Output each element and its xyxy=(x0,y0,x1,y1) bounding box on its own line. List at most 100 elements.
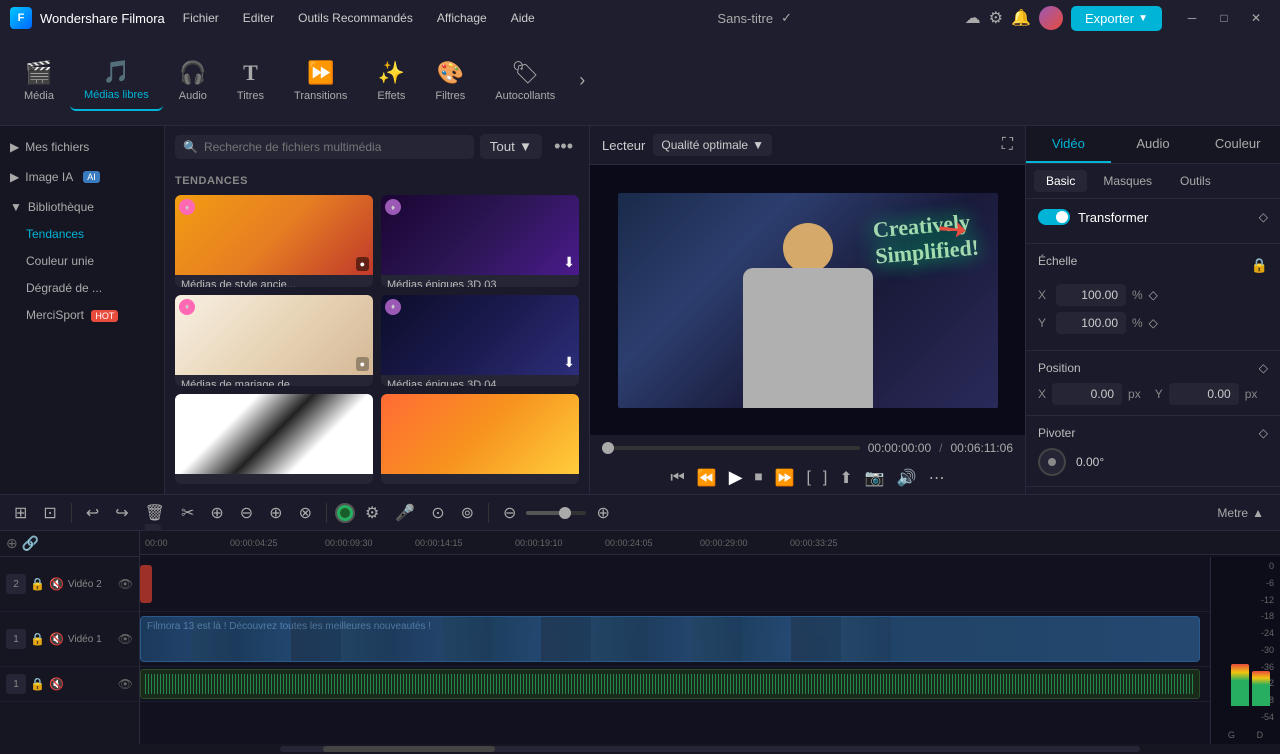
toolbar-effets[interactable]: ✨ Effets xyxy=(363,52,419,110)
play-button[interactable]: ▶ xyxy=(729,467,743,488)
add-track-icon[interactable]: ⊕ xyxy=(6,535,18,552)
audio-wave[interactable] xyxy=(140,669,1200,699)
menu-editer[interactable]: Editer xyxy=(233,7,284,29)
toolbar-media[interactable]: 🎬 Média xyxy=(10,52,68,110)
prev-frame-icon[interactable]: ⏪ xyxy=(697,468,717,488)
track-mute-icon-2[interactable]: 🔇 xyxy=(49,577,64,591)
audio-enhance-icon[interactable]: ⊙ xyxy=(425,499,450,527)
nav-mes-fichiers[interactable]: ▶ Mes fichiers xyxy=(0,134,164,160)
delete-button[interactable]: 🗑 xyxy=(139,499,171,527)
track-mute-audio-icon[interactable]: 🔇 xyxy=(49,677,64,691)
video-clip-1[interactable]: Filmora 13 est là ! Découvrez toutes les… xyxy=(140,616,1200,662)
red-clip[interactable] xyxy=(140,565,152,603)
track-visibility-icon-2[interactable]: 👁 xyxy=(118,577,133,591)
stop-icon[interactable]: ⏹ xyxy=(755,469,763,487)
scrollbar-thumb[interactable] xyxy=(323,746,495,752)
connection-icon[interactable]: ⊡ xyxy=(37,499,62,527)
zoom-in-icon[interactable]: ⊕ xyxy=(590,499,615,527)
notification-icon[interactable]: 🔔 xyxy=(1011,8,1031,28)
scale-y-keyframe-icon[interactable]: ◇ xyxy=(1149,316,1158,330)
media-card-1[interactable]: ♦ ● Médias de style ancie... xyxy=(175,195,373,287)
subtab-masques[interactable]: Masques xyxy=(1091,170,1164,192)
fullscreen-icon[interactable]: ⛶ xyxy=(1002,136,1013,154)
nav-bibliotheque[interactable]: ▼ Bibliothèque xyxy=(0,194,164,220)
pos-x-input[interactable] xyxy=(1052,383,1122,405)
nav-image-ia[interactable]: ▶ Image IA AI xyxy=(0,164,164,190)
settings-tl-icon[interactable]: ⚙ xyxy=(359,499,385,527)
toolbar-medias-libres[interactable]: 🎵 Médias libres xyxy=(70,51,163,111)
mark-out-icon[interactable]: ] xyxy=(823,469,827,487)
media-card-3[interactable]: ♦ ● Médias de mariage de... xyxy=(175,295,373,387)
minimize-button[interactable]: ─ xyxy=(1178,4,1206,32)
media-card-5[interactable] xyxy=(175,394,373,484)
volume-icon[interactable]: 🔊 xyxy=(897,468,917,488)
scrollbar-track[interactable] xyxy=(280,746,1140,752)
toolbar-transitions[interactable]: ⏩ Transitions xyxy=(280,52,361,110)
maximize-button[interactable]: □ xyxy=(1210,4,1238,32)
more-options-btn[interactable]: ⊗ xyxy=(293,499,318,527)
menu-fichier[interactable]: Fichier xyxy=(173,7,229,29)
sidebar-item-mercisport[interactable]: MerciSport HOT xyxy=(4,302,160,328)
rotate-dial[interactable] xyxy=(1038,448,1066,476)
add-media-icon[interactable]: ⊞ xyxy=(8,499,33,527)
metre-button[interactable]: Metre ▲ xyxy=(1209,502,1272,524)
track-lock-icon-2[interactable]: 🔒 xyxy=(30,577,45,591)
tab-audio[interactable]: Audio xyxy=(1111,126,1196,163)
trim-button[interactable]: ⊖ xyxy=(234,499,259,527)
close-button[interactable]: ✕ xyxy=(1242,4,1270,32)
cloud-icon[interactable]: ☁ xyxy=(965,8,981,28)
media-card-4[interactable]: ♦ ⬇ Médias épiques 3D 04 xyxy=(381,295,579,387)
toolbar-titres[interactable]: T Titres xyxy=(223,52,278,110)
filter-button[interactable]: Tout ▼ xyxy=(480,134,542,159)
mark-in-icon[interactable]: [ xyxy=(806,469,810,487)
toolbar-autocollants[interactable]: 🏷 Autocollants xyxy=(481,52,569,110)
toolbar-audio[interactable]: 🎧 Audio xyxy=(165,52,221,110)
skip-back-icon[interactable]: ⏮ xyxy=(670,469,684,487)
sidebar-item-degrade[interactable]: Dégradé de ... xyxy=(4,275,160,301)
next-frame-icon[interactable]: ⏩ xyxy=(775,468,795,488)
search-input[interactable] xyxy=(204,140,466,154)
menu-outils[interactable]: Outils Recommandés xyxy=(288,7,423,29)
menu-aide[interactable]: Aide xyxy=(501,7,545,29)
track-mute-icon-1[interactable]: 🔇 xyxy=(49,632,64,646)
media-card-6[interactable] xyxy=(381,394,579,484)
clip-to-timeline-icon[interactable]: ⬆ xyxy=(839,468,852,488)
toolbar-filtres[interactable]: 🎨 Filtres xyxy=(421,52,479,110)
narration-icon[interactable]: 🎤 xyxy=(389,499,421,527)
subtab-outils[interactable]: Outils xyxy=(1168,170,1223,192)
position-keyframe-icon[interactable]: ◇ xyxy=(1259,361,1268,375)
split-button[interactable]: ⊕ xyxy=(263,499,288,527)
rotate-keyframe-icon[interactable]: ◇ xyxy=(1259,426,1268,440)
scale-x-keyframe-icon[interactable]: ◇ xyxy=(1149,288,1158,302)
sidebar-item-tendances[interactable]: Tendances xyxy=(4,221,160,247)
tab-couleur[interactable]: Couleur xyxy=(1195,126,1280,163)
snapshot-icon[interactable]: 📷 xyxy=(865,468,885,488)
media-more-button[interactable]: ••• xyxy=(548,134,579,159)
track-lock-icon-1[interactable]: 🔒 xyxy=(30,632,45,646)
menu-affichage[interactable]: Affichage xyxy=(427,7,497,29)
track-lock-icon-a1[interactable]: 🔒 xyxy=(30,677,45,691)
zoom-slider[interactable] xyxy=(526,511,586,515)
track-visibility-icon-1[interactable]: 👁 xyxy=(118,632,133,646)
redo-button[interactable]: ↪ xyxy=(109,499,134,527)
subtab-basic[interactable]: Basic xyxy=(1034,170,1087,192)
link-icon[interactable]: 🔗 xyxy=(22,535,39,552)
avatar[interactable] xyxy=(1039,6,1063,30)
more-icon[interactable]: ⋯ xyxy=(929,468,945,488)
undo-button[interactable]: ↩ xyxy=(80,499,105,527)
scale-y-input[interactable] xyxy=(1056,312,1126,334)
settings-icon[interactable]: ⚙ xyxy=(989,8,1003,28)
sidebar-item-couleur-unie[interactable]: Couleur unie xyxy=(4,248,160,274)
record-button[interactable] xyxy=(335,503,355,523)
ai-icon[interactable]: ⊚ xyxy=(455,499,480,527)
scale-lock-icon[interactable]: 🔒 xyxy=(1251,257,1268,274)
zoom-out-icon[interactable]: ⊖ xyxy=(497,499,522,527)
crop-button[interactable]: ⊕ xyxy=(204,499,229,527)
quality-selector[interactable]: Qualité optimale ▼ xyxy=(653,134,772,156)
transformer-toggle-switch[interactable] xyxy=(1038,209,1070,225)
cut-button[interactable]: ✂ xyxy=(175,499,200,527)
pos-y-input[interactable] xyxy=(1169,383,1239,405)
toolbar-more[interactable]: › xyxy=(571,62,593,99)
track-visibility-audio[interactable]: 👁 xyxy=(118,677,133,691)
tab-video[interactable]: Vidéo xyxy=(1026,126,1111,163)
